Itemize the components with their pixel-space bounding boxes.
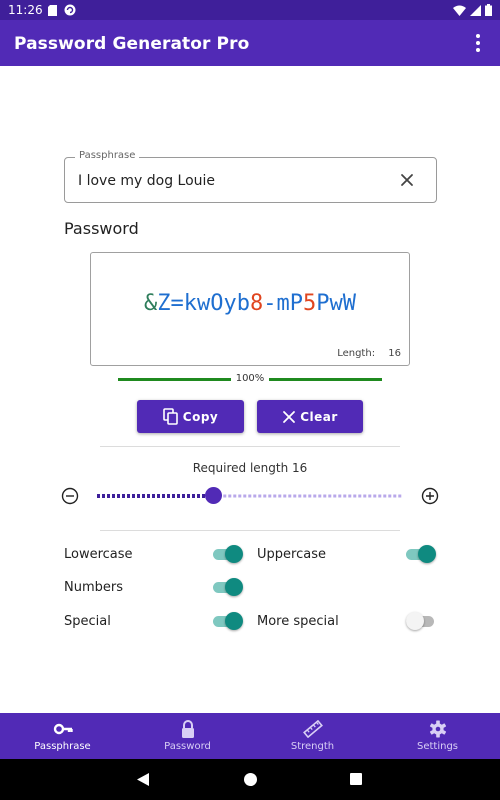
nav-item-password[interactable]: Password: [125, 713, 250, 759]
close-icon: [283, 410, 296, 423]
app-title: Password Generator Pro: [14, 34, 250, 54]
lowercase-label: Lowercase: [64, 547, 133, 562]
battery-icon: [485, 4, 492, 16]
lock-icon: [181, 720, 194, 738]
system-nav-bar: [0, 759, 500, 800]
length-slider-track[interactable]: [97, 494, 403, 498]
sync-icon: [64, 4, 76, 16]
copy-button-label: Copy: [182, 409, 219, 424]
more-vert-icon[interactable]: [470, 34, 486, 52]
password-segment: Z=kwOyb: [157, 291, 250, 316]
special-switch[interactable]: [213, 611, 243, 631]
clear-button-label: Clear: [300, 409, 338, 424]
copy-icon: [162, 407, 178, 425]
numbers-switch[interactable]: [213, 577, 243, 597]
password-display[interactable]: &Z=kwOyb8-mP5PwW Length: 16: [90, 252, 410, 366]
nav-label-strength: Strength: [290, 741, 335, 752]
wifi-icon: [453, 5, 466, 16]
password-segment: PwW: [316, 291, 356, 316]
strength-percent: 100%: [235, 373, 265, 384]
password-length: Length: 16: [337, 348, 401, 359]
back-icon[interactable]: [137, 773, 149, 786]
clear-button[interactable]: Clear: [257, 400, 363, 433]
bottom-nav: Passphrase Password Strength Settings: [0, 713, 500, 759]
gear-icon: [429, 720, 446, 738]
nav-label-passphrase: Passphrase: [34, 741, 91, 752]
nav-item-passphrase[interactable]: Passphrase: [0, 713, 125, 759]
signal-icon: [470, 4, 481, 16]
password-segment: &: [144, 291, 158, 316]
decrease-length-icon[interactable]: [61, 487, 79, 505]
divider-bottom: [100, 530, 400, 531]
nav-label-password: Password: [164, 741, 211, 752]
copy-button[interactable]: Copy: [137, 400, 244, 433]
home-icon[interactable]: [244, 773, 257, 786]
generated-password: &Z=kwOyb8-mP5PwW: [91, 291, 409, 316]
required-length-label: Required length 16: [192, 461, 308, 475]
uppercase-switch[interactable]: [406, 544, 436, 564]
ruler-icon: [302, 720, 323, 738]
strength-meter: 100%: [118, 373, 382, 387]
nav-label-settings: Settings: [416, 741, 458, 752]
increase-length-icon[interactable]: [421, 487, 439, 505]
recents-icon[interactable]: [350, 773, 362, 785]
passphrase-label: Passphrase: [75, 150, 140, 161]
uppercase-label: Uppercase: [257, 547, 326, 562]
more-special-switch[interactable]: [406, 611, 436, 631]
status-icons: [453, 4, 492, 16]
numbers-label: Numbers: [64, 580, 123, 595]
password-length-label: Length:: [337, 348, 376, 359]
more-special-label: More special: [257, 614, 339, 629]
key-icon: [53, 723, 73, 735]
nav-item-strength[interactable]: Strength: [250, 713, 375, 759]
password-segment: -mP: [263, 291, 303, 316]
nav-item-settings[interactable]: Settings: [375, 713, 500, 759]
special-label: Special: [64, 614, 111, 629]
status-time: 11:26: [8, 3, 43, 17]
password-segment: 8: [249, 291, 264, 316]
length-slider-thumb[interactable]: [204, 487, 222, 504]
password-section-title: Password: [64, 219, 139, 238]
lowercase-switch[interactable]: [213, 544, 243, 564]
divider-top: [100, 446, 400, 447]
sd-card-icon: [48, 5, 57, 16]
clear-passphrase-icon[interactable]: [398, 171, 416, 189]
password-segment: 5: [302, 291, 317, 316]
status-bar: 11:26: [0, 0, 500, 20]
app-bar: Password Generator Pro: [0, 20, 500, 66]
password-length-value: 16: [388, 348, 401, 359]
passphrase-input[interactable]: I love my dog Louie: [78, 173, 215, 189]
passphrase-field[interactable]: Passphrase I love my dog Louie: [64, 150, 437, 203]
